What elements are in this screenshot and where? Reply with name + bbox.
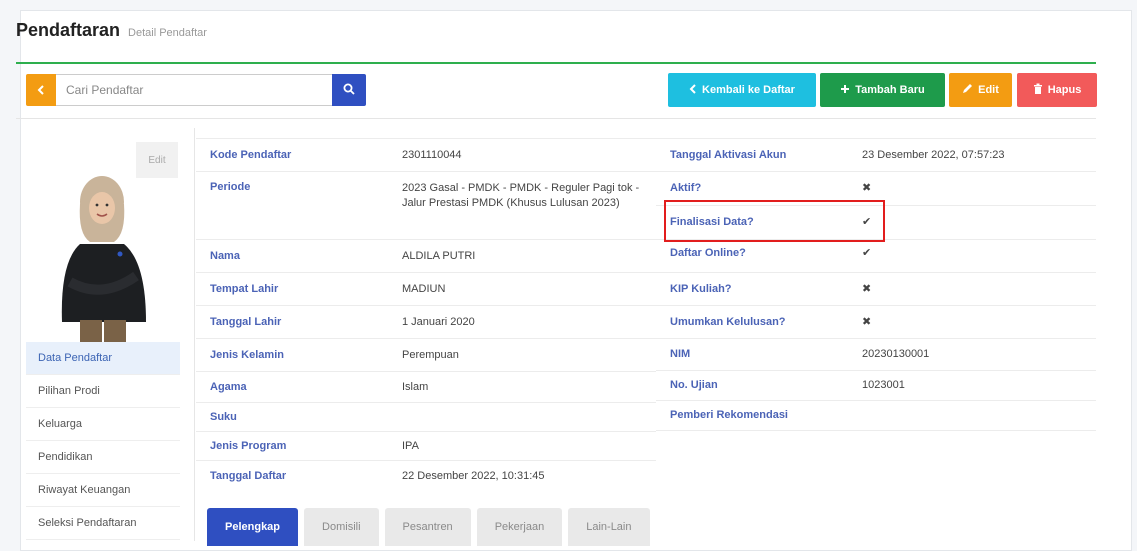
detail-value: 1023001 [848, 370, 1096, 401]
page-header: Pendaftaran Detail Pendaftar [16, 20, 207, 41]
x-icon: ✖ [848, 272, 1096, 306]
header-divider [16, 62, 1096, 64]
detail-value: 22 Desember 2022, 10:31:45 [388, 460, 656, 493]
trash-icon [1033, 83, 1043, 97]
edit-button[interactable]: Edit [949, 73, 1012, 107]
detail-label: Tanggal Daftar [196, 460, 388, 493]
tab-lain-lain[interactable]: Lain-Lain [568, 508, 650, 546]
detail-value: 1 Januari 2020 [388, 305, 656, 339]
detail-label: Tempat Lahir [196, 272, 388, 306]
table-row: Kode Pendaftar 2301110044 [196, 138, 656, 172]
table-row: Tanggal Aktivasi Akun 23 Desember 2022, 0… [656, 138, 1096, 172]
table-row: Pemberi Rekomendasi [656, 400, 1096, 431]
table-row: Jenis Program IPA [196, 431, 656, 461]
x-icon: ✖ [848, 305, 1096, 339]
table-row: Daftar Online? ✔ [656, 239, 1096, 273]
check-icon: ✔ [848, 205, 1096, 240]
detail-label: Tanggal Lahir [196, 305, 388, 339]
side-nav-item-keluarga[interactable]: Keluarga [26, 408, 180, 441]
table-row: KIP Kuliah? ✖ [656, 272, 1096, 306]
search-icon [343, 83, 355, 98]
delete-label: Hapus [1047, 84, 1082, 96]
detail-value: 20230130001 [848, 338, 1096, 371]
table-row: Suku [196, 402, 656, 432]
detail-label: Jenis Program [196, 431, 388, 461]
detail-table-left: Kode Pendaftar 2301110044 Periode 2023 Gas… [196, 138, 656, 493]
side-nav-item-pendidikan[interactable]: Pendidikan [26, 441, 180, 474]
detail-value: Islam [388, 371, 656, 403]
side-nav-item-pilihan-prodi[interactable]: Pilihan Prodi [26, 375, 180, 408]
table-row: Umumkan Kelulusan? ✖ [656, 305, 1096, 339]
detail-label: Umumkan Kelulusan? [656, 305, 848, 339]
detail-value: ALDILA PUTRI [388, 239, 656, 273]
table-row: Tanggal Lahir 1 Januari 2020 [196, 305, 656, 339]
table-row: Nama ALDILA PUTRI [196, 239, 656, 273]
detail-label: KIP Kuliah? [656, 272, 848, 306]
detail-label: Nama [196, 239, 388, 273]
check-icon: ✔ [848, 239, 1096, 273]
detail-label: No. Ujian [656, 370, 848, 401]
detail-value: 2301110044 [388, 138, 656, 172]
detail-label: Suku [196, 402, 388, 432]
add-new-label: Tambah Baru [855, 84, 925, 96]
chevron-left-icon[interactable] [26, 74, 56, 106]
applicant-photo [50, 172, 160, 342]
table-row: Periode 2023 Gasal - PMDK - PMDK - Regule… [196, 171, 656, 240]
side-nav: Data Pendaftar Pilihan Prodi Keluarga Pe… [26, 342, 180, 540]
back-to-list-button[interactable]: Kembali ke Daftar [668, 73, 816, 107]
edit-label: Edit [978, 84, 999, 96]
table-row: No. Ujian 1023001 [656, 370, 1096, 401]
bottom-tabs: Pelengkap Domisili Pesantren Pekerjaan L… [207, 508, 650, 546]
detail-value: Perempuan [388, 338, 656, 372]
plus-icon [840, 84, 850, 97]
detail-label: Kode Pendaftar [196, 138, 388, 172]
tab-pekerjaan[interactable]: Pekerjaan [476, 508, 563, 546]
toolbar-divider [16, 118, 1096, 119]
detail-value [388, 402, 656, 432]
detail-value [848, 400, 1096, 431]
pencil-icon [962, 83, 973, 97]
detail-label: Daftar Online? [656, 239, 848, 273]
detail-value: MADIUN [388, 272, 656, 306]
search-button[interactable] [332, 74, 366, 106]
detail-value: IPA [388, 431, 656, 461]
column-divider [194, 128, 195, 541]
highlight-annotation [664, 200, 885, 242]
detail-table-right: Tanggal Aktivasi Akun 23 Desember 2022, 0… [656, 138, 1096, 431]
search-input[interactable] [56, 74, 332, 106]
tab-domisili[interactable]: Domisili [304, 508, 379, 546]
detail-label: Periode [196, 171, 388, 240]
detail-value: 2023 Gasal - PMDK - PMDK - Reguler Pagi … [388, 171, 656, 240]
side-nav-item-riwayat-keuangan[interactable]: Riwayat Keuangan [26, 474, 180, 507]
delete-button[interactable]: Hapus [1017, 73, 1097, 107]
back-to-list-label: Kembali ke Daftar [702, 84, 795, 96]
table-row: Tempat Lahir MADIUN [196, 272, 656, 306]
search-group [26, 74, 366, 106]
tab-pesantren[interactable]: Pesantren [384, 508, 471, 546]
inactive-x-icon: ✖ [848, 171, 1096, 206]
side-nav-item-data-pendaftar[interactable]: Data Pendaftar [26, 342, 180, 375]
detail-label: Agama [196, 371, 388, 403]
table-row: Jenis Kelamin Perempuan [196, 338, 656, 372]
detail-label: Pemberi Rekomendasi [656, 400, 848, 431]
detail-label: Jenis Kelamin [196, 338, 388, 372]
detail-label: Tanggal Aktivasi Akun [656, 138, 848, 172]
detail-value: 23 Desember 2022, 07:57:23 [848, 138, 1096, 172]
tab-pelengkap[interactable]: Pelengkap [207, 508, 299, 546]
side-nav-item-seleksi-pendaftaran[interactable]: Seleksi Pendaftaran [26, 507, 180, 540]
table-row: Agama Islam [196, 371, 656, 403]
add-new-button[interactable]: Tambah Baru [820, 73, 945, 107]
table-row: Tanggal Daftar 22 Desember 2022, 10:31:45 [196, 460, 656, 493]
table-row: NIM 20230130001 [656, 338, 1096, 371]
detail-label: NIM [656, 338, 848, 371]
chevron-left-icon [689, 83, 697, 97]
page-title: Pendaftaran [16, 20, 121, 40]
page-subtitle: Detail Pendaftar [128, 27, 207, 39]
